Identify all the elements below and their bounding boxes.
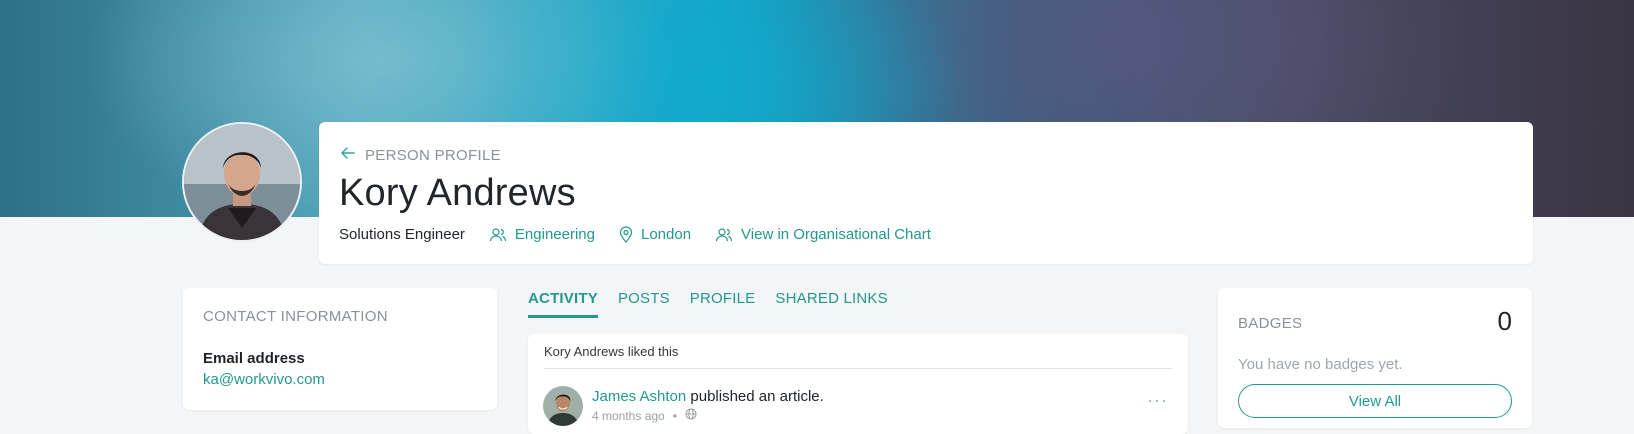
tab-shared-links[interactable]: SHARED LINKS	[775, 290, 887, 318]
org-chart-icon	[715, 227, 733, 243]
profile-header-card: PERSON PROFILE Kory Andrews Solutions En…	[319, 122, 1533, 264]
profile-avatar	[182, 122, 302, 242]
badges-empty-text: You have no badges yet.	[1238, 356, 1403, 373]
badges-count: 0	[1497, 306, 1512, 336]
email-link[interactable]: ka@workvivo.com	[203, 371, 325, 388]
email-label: Email address	[203, 350, 305, 367]
tab-profile[interactable]: PROFILE	[690, 290, 756, 318]
org-chart-label: View in Organisational Chart	[741, 226, 931, 243]
post-meta: 4 months ago •	[592, 408, 697, 423]
department-label: Engineering	[514, 226, 595, 243]
people-icon	[489, 227, 507, 243]
location-pin-icon	[619, 226, 633, 243]
post-author-link[interactable]: James Ashton	[592, 388, 686, 405]
profile-meta: Solutions Engineer Engineering London Vi…	[339, 226, 955, 243]
job-title: Solutions Engineer	[339, 226, 465, 243]
badges-heading: BADGES	[1238, 315, 1303, 332]
department-link[interactable]: Engineering	[489, 226, 595, 243]
contact-information-card: CONTACT INFORMATION Email address ka@wor…	[183, 288, 497, 410]
org-chart-link[interactable]: View in Organisational Chart	[715, 226, 931, 243]
tab-activity[interactable]: ACTIVITY	[528, 290, 598, 318]
view-all-button[interactable]: View All	[1238, 384, 1512, 418]
avatar[interactable]	[543, 386, 583, 426]
meta-separator: •	[672, 408, 677, 423]
back-arrow-icon[interactable]	[341, 146, 355, 164]
globe-icon	[685, 408, 697, 423]
badges-card: BADGES 0 You have no badges yet. View Al…	[1218, 288, 1532, 428]
breadcrumb[interactable]: PERSON PROFILE	[341, 146, 501, 164]
liked-notice: Kory Andrews liked this	[544, 344, 679, 359]
profile-tabs: ACTIVITY POSTS PROFILE SHARED LINKS	[528, 290, 888, 318]
post-headline: James Ashton published an article.	[592, 388, 824, 405]
post-time[interactable]: 4 months ago	[592, 409, 665, 423]
breadcrumb-label: PERSON PROFILE	[365, 146, 501, 164]
location-link[interactable]: London	[619, 226, 691, 243]
contact-heading: CONTACT INFORMATION	[203, 308, 388, 325]
activity-item-card: Kory Andrews liked this James Ashton pub…	[528, 334, 1188, 434]
tab-posts[interactable]: POSTS	[618, 290, 670, 318]
post-action-text: published an article.	[686, 388, 824, 405]
page-title: Kory Andrews	[339, 172, 576, 214]
divider	[544, 368, 1172, 369]
more-icon[interactable]: ···	[1147, 390, 1168, 411]
location-label: London	[640, 226, 692, 243]
